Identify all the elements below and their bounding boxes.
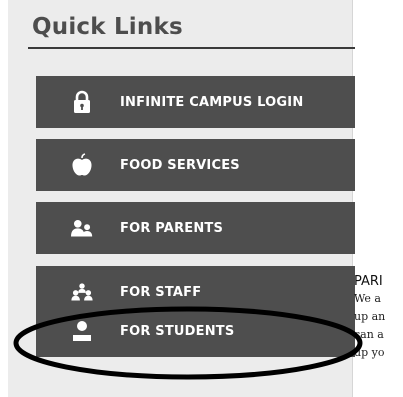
for-parents-button[interactable]: FOR PARENTS: [36, 202, 355, 254]
content-text-line: up an: [354, 310, 386, 323]
infinite-campus-login-button[interactable]: INFINITE CAMPUS LOGIN: [36, 76, 355, 128]
staff-icon: [71, 281, 93, 303]
for-parents-label: FOR PARENTS: [120, 220, 224, 236]
lock-icon: [71, 90, 93, 113]
quick-links-panel: Quick Links INFINITE CAMPUS LOGIN FOOD S…: [8, 0, 355, 397]
content-text-line: can a: [354, 328, 384, 341]
food-services-button[interactable]: FOOD SERVICES: [36, 139, 355, 191]
for-staff-label: FOR STAFF: [120, 284, 202, 300]
content-heading: PARI: [354, 274, 383, 289]
for-students-button[interactable]: FOR STUDENTS: [36, 305, 355, 357]
page-content-preview: PARI We a up an can a up yo: [354, 0, 403, 397]
parents-icon: [71, 217, 93, 239]
for-students-label: FOR STUDENTS: [120, 323, 235, 339]
apple-icon: [71, 153, 93, 176]
infinite-campus-login-label: INFINITE CAMPUS LOGIN: [120, 94, 304, 110]
student-icon: [71, 320, 93, 342]
food-services-label: FOOD SERVICES: [120, 157, 240, 173]
content-text-line: We a: [354, 292, 381, 305]
quick-links-title: Quick Links: [32, 14, 183, 40]
content-text-line: up yo: [354, 346, 385, 359]
title-divider: [28, 47, 355, 49]
